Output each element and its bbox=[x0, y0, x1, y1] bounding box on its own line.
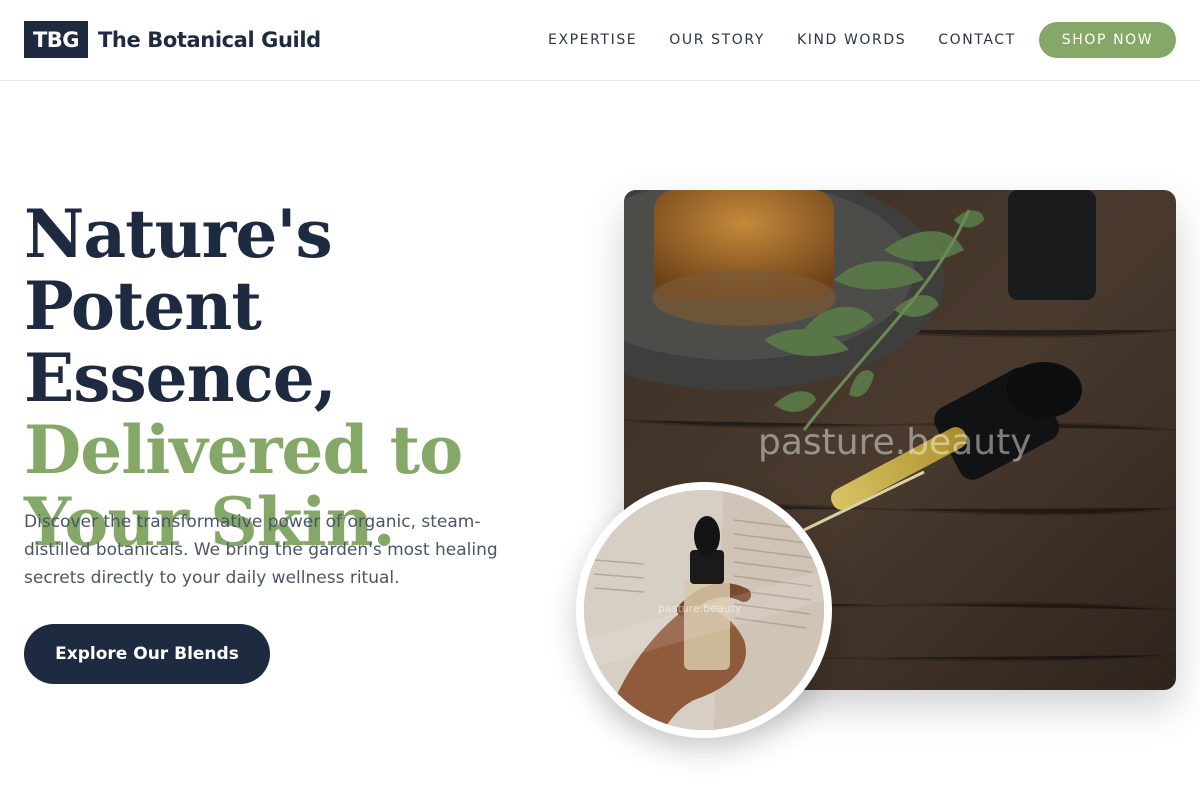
nav-link-contact[interactable]: CONTACT bbox=[938, 31, 1016, 49]
brand-logo[interactable]: TBG The Botanical Guild bbox=[24, 21, 321, 58]
shop-now-button[interactable]: SHOP NOW bbox=[1039, 22, 1176, 58]
explore-blends-button[interactable]: Explore Our Blends bbox=[24, 624, 270, 684]
headline-line-1: Nature's Potent bbox=[24, 195, 333, 345]
hand-holding-bottle-photo: pasture.beauty bbox=[584, 490, 824, 730]
main-nav: EXPERTISE OUR STORY KIND WORDS CONTACT bbox=[548, 31, 1048, 49]
nav-link-our-story[interactable]: OUR STORY bbox=[669, 31, 765, 49]
headline-line-2: Essence, bbox=[24, 339, 337, 417]
headline-line-3: Delivered to bbox=[24, 411, 463, 489]
logo-mark: TBG bbox=[24, 21, 88, 58]
site-header: TBG The Botanical Guild EXPERTISE OUR ST… bbox=[0, 0, 1200, 81]
hero-headline: Nature's Potent Essence, Delivered to Yo… bbox=[24, 198, 584, 558]
brand-name: The Botanical Guild bbox=[98, 27, 321, 52]
watermark-text: pasture.beauty bbox=[758, 422, 1032, 463]
hero-description: Discover the transformative power of org… bbox=[24, 512, 498, 588]
nav-link-expertise[interactable]: EXPERTISE bbox=[548, 31, 637, 49]
nav-link-kind-words[interactable]: KIND WORDS bbox=[797, 31, 906, 49]
small-watermark-text: pasture.beauty bbox=[658, 602, 742, 615]
hand-bottle-photo-frame: pasture.beauty bbox=[576, 482, 832, 738]
